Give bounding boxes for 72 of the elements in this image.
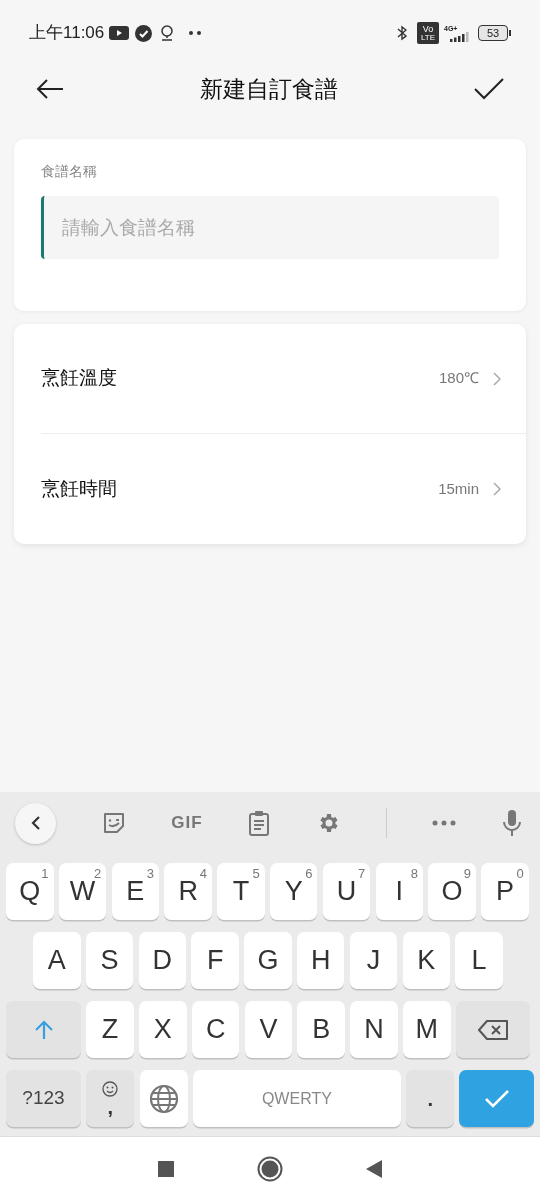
period-key[interactable]: . — [406, 1070, 455, 1127]
letter-key[interactable]: H — [297, 932, 345, 989]
globe-icon — [148, 1083, 179, 1114]
status-time: 上午11:06 — [29, 22, 105, 45]
setting-value: 15min — [438, 478, 479, 499]
chevron-right-icon — [493, 371, 501, 386]
number-hint: 7 — [358, 865, 366, 883]
volte-label: Vo — [422, 24, 434, 34]
symbols-key[interactable]: ?123 — [6, 1070, 81, 1127]
bluetooth-icon — [397, 25, 407, 41]
collapse-toolbar-button[interactable] — [15, 802, 56, 844]
comma-key[interactable]: , — [86, 1070, 135, 1127]
letter-key[interactable]: F — [191, 932, 239, 989]
number-hint: 4 — [199, 865, 207, 883]
sticker-icon[interactable] — [101, 811, 126, 835]
letter-key[interactable]: Z — [86, 1001, 134, 1058]
battery-level: 53 — [478, 25, 508, 41]
chevron-left-icon — [30, 815, 41, 831]
letter-key[interactable]: G — [244, 932, 292, 989]
letter-key[interactable]: B — [297, 1001, 345, 1058]
number-hint: 0 — [516, 865, 524, 883]
letter-key[interactable]: L — [455, 932, 503, 989]
enter-key[interactable] — [459, 1070, 535, 1127]
check-badge-icon — [135, 24, 153, 42]
clipboard-icon[interactable] — [248, 810, 271, 836]
confirm-check-icon[interactable] — [474, 78, 504, 100]
setting-value: 180℃ — [438, 368, 479, 389]
space-key[interactable]: QWERTY — [192, 1070, 401, 1127]
letter-key[interactable]: J — [349, 932, 398, 989]
setting-label: 烹飪時間 — [41, 476, 117, 501]
letter-key[interactable]: I 8 — [375, 863, 424, 920]
backspace-key[interactable] — [455, 1001, 530, 1058]
gif-button[interactable]: GIF — [171, 810, 203, 836]
video-app-icon — [109, 26, 130, 40]
number-hint: 6 — [305, 865, 313, 883]
letter-key[interactable]: N — [350, 1001, 398, 1058]
page-title: 新建自訂食譜 — [200, 74, 338, 104]
letter-key[interactable]: A — [33, 932, 81, 989]
back-icon[interactable] — [366, 1159, 382, 1178]
shift-arrow-icon — [34, 1019, 53, 1040]
more-icon[interactable] — [432, 820, 457, 826]
volte-label: LTE — [420, 33, 436, 42]
letter-key[interactable]: X — [139, 1001, 187, 1058]
checkmark-icon — [484, 1088, 510, 1109]
letter-key[interactable]: S — [85, 932, 134, 989]
comma-label: , — [107, 1096, 114, 1117]
letter-key[interactable]: K — [402, 932, 451, 989]
microphone-icon[interactable] — [501, 809, 522, 837]
location-pin-icon — [160, 24, 175, 42]
recent-apps-icon[interactable] — [158, 1160, 174, 1177]
setting-row[interactable]: 烹飪溫度 180℃ — [41, 324, 526, 434]
number-hint: 2 — [94, 865, 102, 881]
letter-key[interactable]: D — [138, 932, 187, 989]
recipe-name-field[interactable]: 請輸入食譜名稱 — [41, 196, 499, 259]
setting-label: 烹飪溫度 — [41, 366, 117, 391]
letter-key[interactable]: C — [191, 1001, 240, 1058]
chevron-right-icon — [493, 482, 501, 496]
number-hint: 8 — [410, 865, 419, 883]
number-hint: 1 — [41, 865, 49, 883]
letter-key[interactable]: V — [244, 1001, 293, 1058]
backspace-icon — [477, 1019, 508, 1040]
language-key[interactable] — [139, 1070, 188, 1127]
smiley-icon — [102, 1080, 119, 1097]
number-hint: 5 — [252, 865, 260, 883]
back-arrow-icon[interactable] — [36, 79, 64, 99]
field-label: 食譜名稱 — [41, 162, 98, 181]
home-icon[interactable] — [257, 1155, 283, 1182]
number-hint: 3 — [146, 865, 155, 883]
more-dots-icon — [188, 30, 203, 36]
letter-key[interactable]: M — [403, 1001, 451, 1058]
setting-row[interactable]: 烹飪時間 15min — [41, 434, 526, 544]
number-hint: 9 — [463, 865, 471, 883]
